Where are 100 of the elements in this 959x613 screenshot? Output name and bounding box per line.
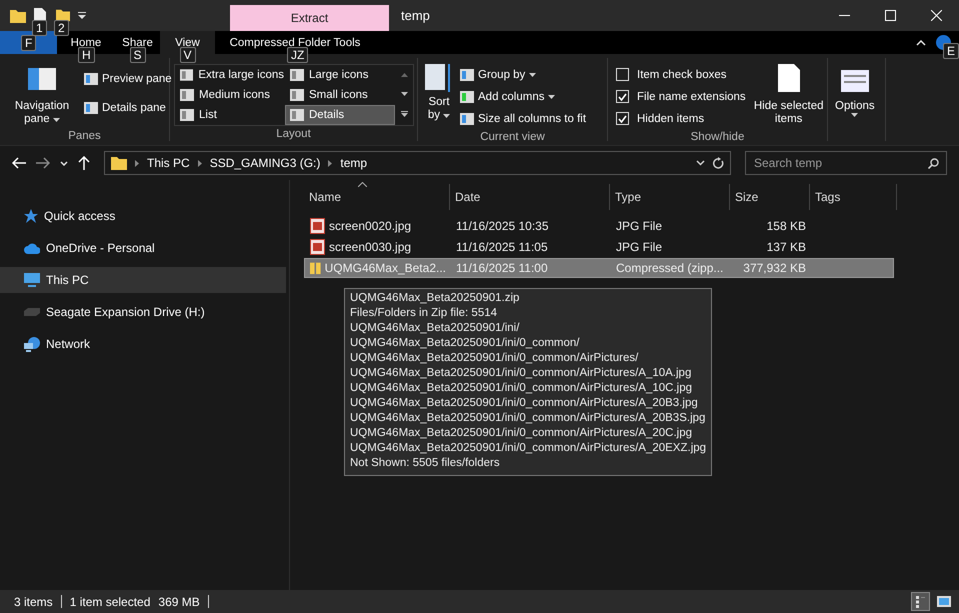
breadcrumb-item[interactable]: SSD_GAMING3 (G:)	[210, 156, 320, 170]
folder-icon	[10, 8, 26, 22]
key-tip-tooltip: S	[130, 47, 146, 63]
navigation-item[interactable]: OneDrive - Personal	[0, 235, 286, 261]
view-command-button[interactable]: Add columns	[460, 86, 586, 107]
dropdown-icon[interactable]	[78, 12, 86, 20]
zipper-folder-icon	[310, 260, 321, 276]
breadcrumb-item[interactable]: temp	[340, 156, 368, 170]
date-cell-text: 11/16/2025 11:05	[455, 239, 549, 256]
tooltip-line: UQMG46Max_Beta20250901/ini/	[350, 321, 520, 336]
key-tip-tooltip: JZ	[287, 47, 308, 63]
column-header[interactable]: Type	[610, 184, 730, 210]
checkbox[interactable]: File name extensions	[616, 86, 746, 107]
folder-icon	[111, 156, 127, 170]
view-icon	[180, 69, 194, 81]
details-view-button[interactable]	[911, 592, 930, 611]
checkbox[interactable]: Item check boxes	[616, 64, 746, 85]
caret-icon	[548, 94, 556, 98]
options-button[interactable]: Options	[832, 60, 878, 119]
pane-button[interactable]: Preview pane	[84, 68, 172, 89]
file-row[interactable]: UQMG46Max_Beta2... 11/16/2025 11:00 Compressed (zipp... 377,932 KB	[304, 258, 894, 278]
navigation-item[interactable]: Network	[0, 331, 286, 357]
key-tip-tooltip: H	[78, 47, 95, 63]
tooltip-line: Files/Folders in Zip file: 5514	[350, 306, 498, 321]
layout-option[interactable]: Details	[285, 105, 395, 125]
options-icon	[840, 70, 869, 92]
file-row[interactable]: screen0030.jpg 11/16/2025 11:05 JPG File 137 KB	[304, 237, 894, 257]
document-icon	[778, 64, 800, 92]
tooltip-line: Not Shown: 5505 files/folders	[350, 456, 501, 471]
layout-option[interactable]: List	[175, 105, 285, 125]
layout-option[interactable]: Medium icons	[175, 85, 285, 105]
image-file-icon	[310, 218, 325, 234]
up-arrow-icon[interactable]	[78, 156, 90, 170]
navigation-pane-icon	[28, 68, 56, 90]
navigation-item[interactable]: Seagate Expansion Drive (H:)	[0, 299, 286, 325]
date-cell-text: 11/16/2025 11:00	[455, 260, 549, 277]
tooltip-line: UQMG46Max_Beta20250901/ini/0_common/	[350, 336, 580, 351]
minimize-icon	[838, 15, 850, 16]
search-field[interactable]: Search temp	[745, 151, 947, 175]
chevron-right-icon[interactable]	[328, 160, 332, 166]
tooltip-line: UQMG46Max_Beta20250901/ini/0_common/AirPictures/A_20C.jpg	[350, 426, 693, 441]
view-icon	[290, 109, 304, 121]
expand-gallery-icon[interactable]	[400, 111, 408, 118]
chevron-down-icon[interactable]	[60, 160, 68, 166]
column-header[interactable]: Size	[730, 184, 810, 210]
file-name: UQMG46Max_Beta2...	[305, 259, 451, 277]
key-tip-tooltip: F	[21, 35, 36, 51]
tooltip-line: UQMG46Max_Beta20250901/ini/0_common/AirPictures/A_20B3.jpg	[350, 396, 699, 411]
column-header[interactable]: Date	[450, 184, 610, 210]
back-arrow-icon[interactable]	[12, 157, 26, 169]
layout-option[interactable]: Extra large icons	[175, 65, 285, 85]
group-label: Layout	[275, 128, 312, 141]
caret-icon	[529, 72, 536, 76]
type-cell-text: JPG File	[615, 239, 664, 256]
large-icons-view-icon	[936, 596, 950, 607]
view-command-button[interactable]: Group by	[460, 64, 586, 85]
column-header[interactable]: Name	[304, 184, 450, 210]
checkbox-box[interactable]	[616, 90, 629, 103]
size-cell-text: 158 KB	[766, 218, 807, 235]
group-label: Panes	[67, 130, 102, 142]
scroll-up-icon[interactable]	[400, 72, 408, 77]
sort-by-button[interactable]: Sort by	[422, 60, 456, 124]
column-header[interactable]: Tags	[810, 184, 897, 210]
layout-option[interactable]: Large icons	[285, 65, 395, 85]
group-label: Current view	[479, 131, 546, 143]
network-icon	[24, 336, 40, 352]
address-bar[interactable]: This PC SSD_GAMING3 (G:) temp	[104, 151, 731, 175]
key-tip: 1	[32, 20, 47, 36]
checkbox-box[interactable]	[616, 112, 629, 125]
pane-button[interactable]: Details pane	[84, 97, 172, 118]
star-icon	[24, 209, 38, 223]
scroll-down-icon[interactable]	[400, 92, 408, 96]
layout-option[interactable]: Small icons	[285, 85, 395, 105]
drive-icon	[24, 308, 40, 316]
key-tip: 2	[54, 20, 69, 36]
view-command-button[interactable]: Size all columns to fit	[460, 108, 586, 129]
hide-selected-items-button[interactable]: Hide selected items	[750, 60, 828, 128]
type-cell-text: Compressed (zipp...	[615, 260, 724, 277]
columns-icon	[460, 90, 474, 102]
checkbox[interactable]: Hidden items	[616, 108, 746, 129]
collapse-ribbon-icon[interactable]	[916, 40, 926, 46]
forward-arrow-icon[interactable]	[36, 157, 50, 169]
tooltip-line: UQMG46Max_Beta20250901/ini/0_common/AirPictures/A_20EXZ.jpg	[350, 441, 706, 456]
document-icon[interactable]	[34, 8, 46, 22]
sort-icon	[425, 64, 453, 92]
pane-icon	[84, 102, 98, 114]
chevron-right-icon[interactable]	[135, 160, 139, 166]
checkbox-box[interactable]	[616, 68, 629, 81]
view-icon	[180, 89, 194, 101]
cloud-icon	[24, 242, 40, 254]
chevron-down-icon[interactable]	[696, 160, 705, 166]
refresh-icon[interactable]	[713, 157, 724, 169]
navigation-item[interactable]: This PC	[0, 267, 286, 293]
navigation-pane-button[interactable]: Navigation pane	[4, 60, 80, 128]
file-row[interactable]: screen0020.jpg 11/16/2025 10:35 JPG File 158 KB	[304, 216, 894, 236]
chevron-right-icon[interactable]	[198, 160, 202, 166]
caret-icon	[52, 118, 60, 122]
breadcrumb-item[interactable]: This PC	[147, 156, 190, 170]
navigation-item[interactable]: Quick access	[0, 203, 286, 229]
folder-icon	[56, 8, 70, 22]
